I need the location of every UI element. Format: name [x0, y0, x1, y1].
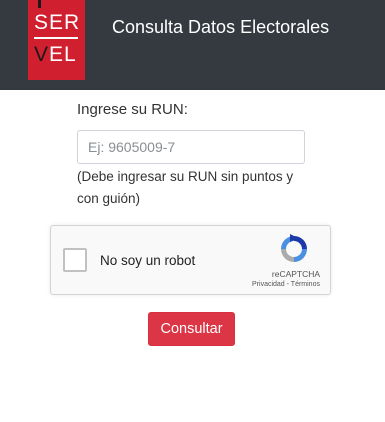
run-help-text: (Debe ingresar su RUN sin puntos y con g… [77, 169, 294, 206]
header-bar: SER VEL Consulta Datos Electorales [0, 0, 385, 90]
servel-logo: SER VEL [28, 0, 85, 80]
recaptcha-brand: reCAPTCHA [271, 269, 321, 279]
logo-text-line1: SER [34, 11, 81, 34]
recaptcha-label: No soy un robot [100, 253, 196, 268]
recaptcha-logo-icon [281, 234, 307, 262]
page-title: Consulta Datos Electorales [112, 17, 330, 37]
recaptcha-checkbox[interactable] [63, 248, 87, 272]
run-input[interactable] [77, 130, 305, 164]
logo-text-line2: VEL [34, 43, 77, 66]
recaptcha-links[interactable]: Privacidad - Términos [241, 281, 331, 288]
recaptcha-widget: No soy un robot reCAPTCHA Privacidad - T… [50, 225, 331, 295]
consultar-button[interactable]: Consultar [148, 312, 235, 346]
run-label: Ingrese su RUN: [77, 101, 188, 118]
